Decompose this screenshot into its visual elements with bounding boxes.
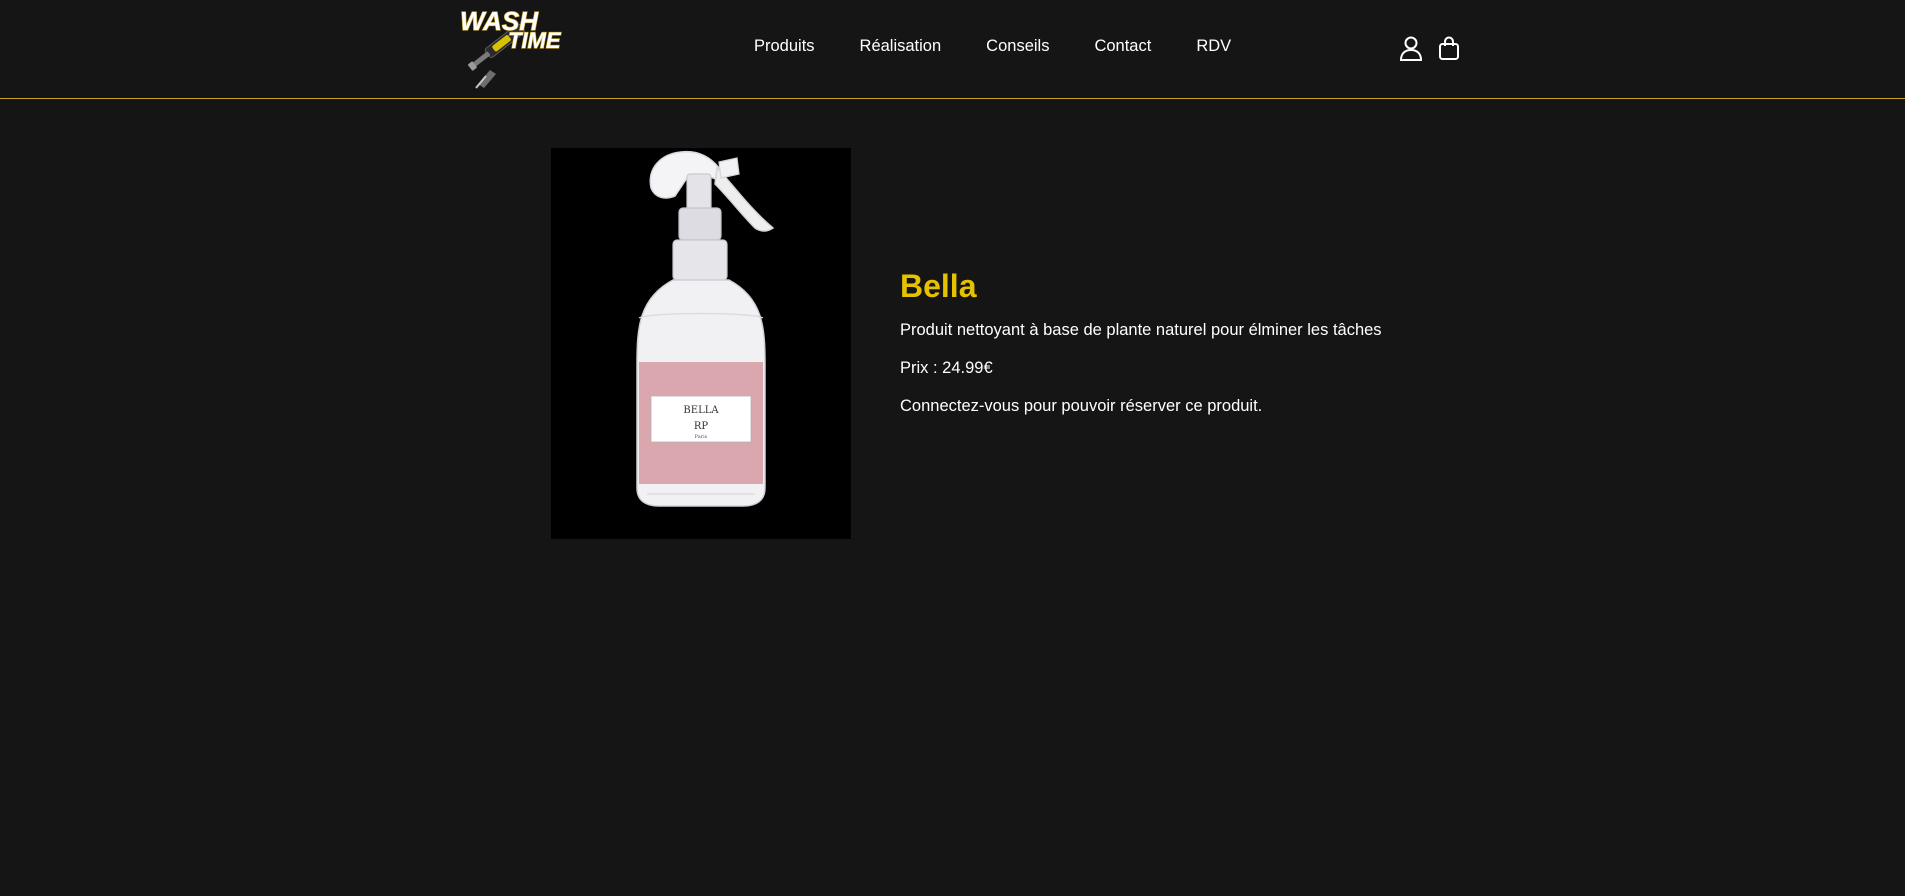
product-info: Bella Produit nettoyant à base de plante… (900, 268, 1460, 434)
product-detail: BELLA RP Paris Bella Produit nettoyant à… (0, 99, 1905, 896)
spray-bottle-image: BELLA RP Paris (636, 150, 775, 507)
logo-text-time: TIME (508, 28, 562, 53)
main-nav: Produits Réalisation Conseils Contact RD… (754, 37, 1231, 56)
shopping-bag-icon[interactable] (1436, 35, 1462, 61)
wash-time-logo[interactable]: WASH TIME (456, 4, 580, 92)
header-icons (1398, 35, 1462, 61)
wash-time-logo-graphic: WASH TIME (459, 5, 562, 89)
bottle-label-city: Paris (695, 434, 708, 440)
product-description: Produit nettoyant à base de plante natur… (900, 321, 1382, 340)
login-required-message: Connectez-vous pour pouvoir réserver ce … (900, 397, 1263, 416)
product-title: Bella (900, 268, 977, 304)
nav-link-produits[interactable]: Produits (754, 37, 815, 56)
nav-link-contact[interactable]: Contact (1094, 37, 1151, 56)
nav-link-realisation[interactable]: Réalisation (860, 37, 942, 56)
product-price: Prix : 24.99€ (900, 359, 993, 378)
nav-link-conseils[interactable]: Conseils (986, 37, 1049, 56)
product-image: BELLA RP Paris (551, 148, 851, 539)
user-icon[interactable] (1398, 35, 1424, 61)
bottle-label-brand: RP (694, 421, 709, 432)
bottle-label-name: BELLA (683, 405, 719, 416)
nav-link-rdv[interactable]: RDV (1196, 37, 1231, 56)
site-header: WASH TIME Produits Réalisation Conseils … (0, 0, 1905, 99)
